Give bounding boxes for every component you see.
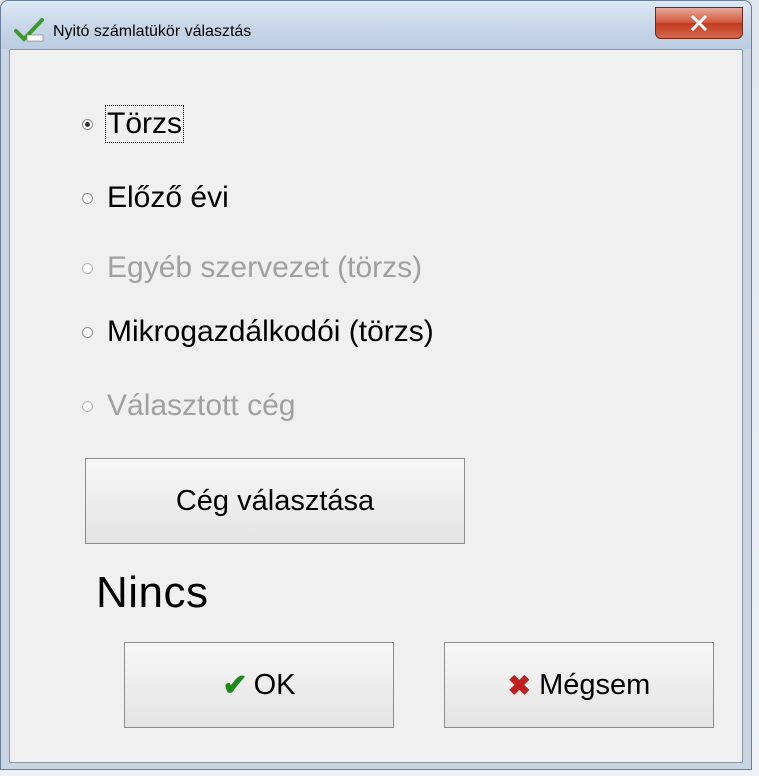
app-icon (14, 18, 44, 42)
cross-icon: ✖ (507, 669, 532, 701)
radio-button[interactable] (82, 118, 93, 130)
radio-button[interactable] (82, 192, 93, 204)
radio-label: Mikrogazdálkodói (törzs) (107, 315, 434, 348)
dialog-content: Törzs Előző évi Egyéb szervezet (törzs) … (9, 49, 743, 763)
radio-button (82, 262, 93, 274)
dialog-window: Nyitó számlatükör választás Törzs Előző … (0, 0, 752, 770)
radio-option-egyeb-szervezet: Egyéb szervezet (törzs) (82, 248, 422, 288)
selected-company-text: Nincs (96, 568, 209, 617)
ok-button[interactable]: ✔ OK (124, 642, 394, 728)
radio-label: Törzs (105, 105, 184, 143)
radio-option-valasztott-ceg: Választott cég (82, 386, 295, 426)
radio-option-mikrogazdalkodoi[interactable]: Mikrogazdálkodói (törzs) (82, 312, 434, 352)
radio-label: Egyéb szervezet (törzs) (107, 251, 423, 284)
title-bar[interactable]: Nyitó számlatükör választás (1, 1, 751, 49)
close-button[interactable] (655, 7, 743, 39)
checkmark-icon: ✔ (222, 668, 248, 702)
cancel-label: Mégsem (539, 668, 651, 701)
radio-button (82, 400, 93, 412)
ok-label: OK (253, 668, 296, 701)
radio-button[interactable] (82, 326, 93, 338)
radio-option-torzs[interactable]: Törzs (82, 104, 184, 144)
radio-label: Választott cég (107, 389, 296, 422)
select-company-button[interactable]: Cég választása (85, 458, 465, 544)
window-title: Nyitó számlatükör választás (53, 23, 252, 40)
radio-label: Előző évi (107, 181, 229, 214)
close-icon (690, 15, 708, 31)
radio-option-elozo-evi[interactable]: Előző évi (82, 178, 229, 218)
cancel-button[interactable]: ✖ Mégsem (444, 642, 714, 728)
